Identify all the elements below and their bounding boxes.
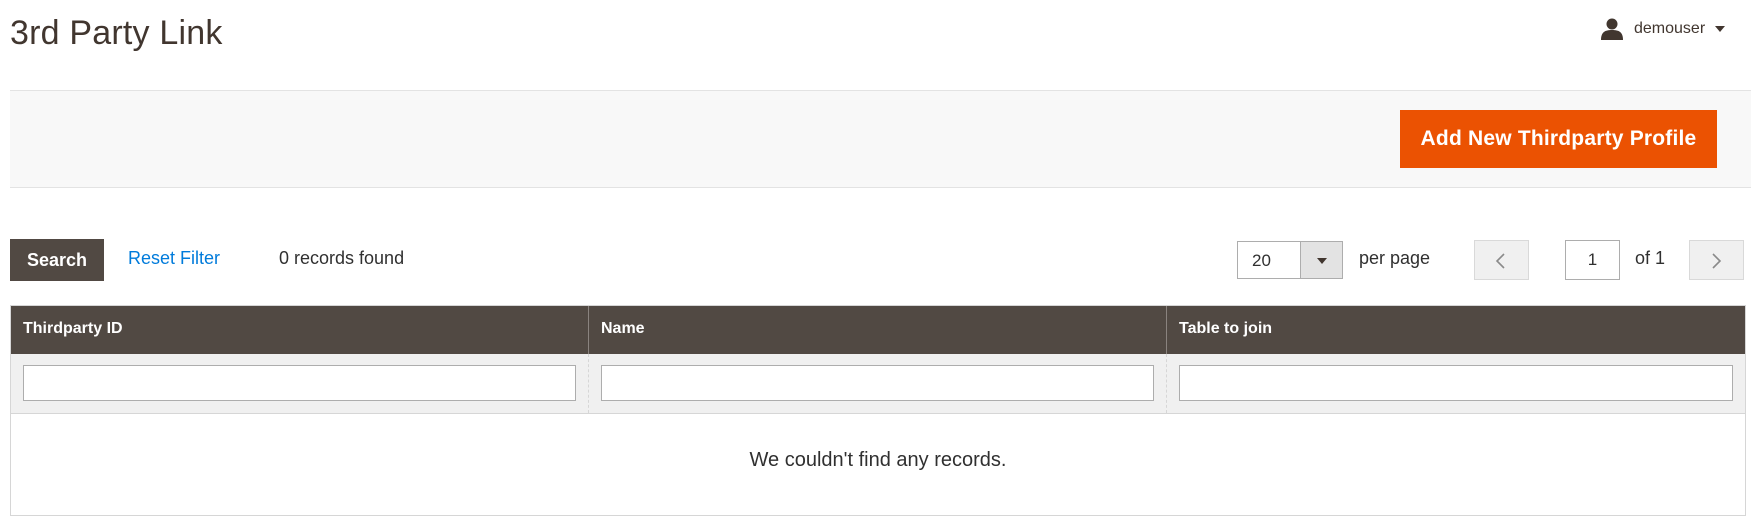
column-header-table-to-join[interactable]: Table to join — [1167, 306, 1745, 354]
grid-filter-row — [11, 354, 1745, 414]
chevron-left-icon — [1495, 253, 1505, 269]
grid-header-row: Thirdparty ID Name Table to join — [11, 306, 1745, 354]
per-page-select[interactable]: 20 — [1237, 241, 1343, 279]
page-title: 3rd Party Link — [10, 14, 223, 52]
records-found-count: 0 records found — [279, 248, 405, 268]
user-icon — [1601, 18, 1623, 40]
filter-cell — [1167, 354, 1745, 413]
reset-filter-link[interactable]: Reset Filter — [128, 248, 220, 269]
empty-records-message: We couldn't find any records. — [749, 449, 1007, 471]
data-grid: Thirdparty ID Name Table to join We coul… — [10, 305, 1746, 516]
per-page-value: 20 — [1252, 251, 1271, 270]
add-new-thirdparty-profile-button[interactable]: Add New Thirdparty Profile — [1400, 110, 1717, 168]
filter-cell — [11, 354, 589, 413]
filter-cell — [589, 354, 1167, 413]
user-name: demouser — [1634, 20, 1706, 37]
current-page-input[interactable] — [1565, 240, 1620, 280]
name-filter-input[interactable] — [601, 365, 1154, 401]
page-total: of 1 — [1635, 248, 1666, 268]
chevron-down-icon — [1715, 26, 1726, 32]
per-page-label: per page — [1359, 248, 1431, 268]
column-header-thirdparty-id[interactable]: Thirdparty ID — [11, 306, 589, 354]
chevron-right-icon — [1712, 253, 1722, 269]
table-to-join-filter-input[interactable] — [1179, 365, 1733, 401]
search-button[interactable]: Search — [10, 239, 104, 281]
next-page-button[interactable] — [1689, 240, 1744, 280]
per-page-toggle[interactable] — [1300, 242, 1342, 278]
column-header-name[interactable]: Name — [589, 306, 1167, 354]
caret-down-icon — [1317, 258, 1327, 264]
previous-page-button[interactable] — [1474, 240, 1529, 280]
user-account-menu[interactable]: demouser — [1600, 18, 1726, 40]
thirdparty-id-filter-input[interactable] — [23, 365, 576, 401]
